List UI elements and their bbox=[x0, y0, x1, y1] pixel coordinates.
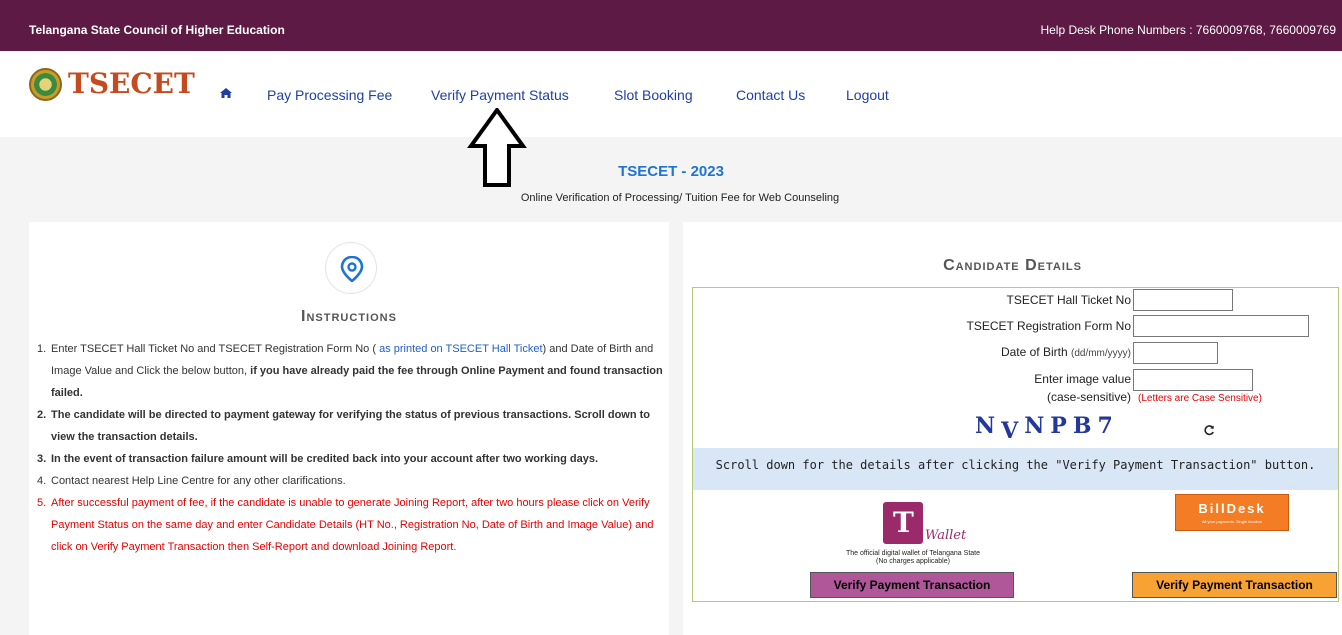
t-wallet-script: Wallet bbox=[925, 528, 967, 543]
t-wallet-caption: The official digital wallet of Telangana… bbox=[813, 550, 1013, 566]
candidate-form: TSECET Hall Ticket No TSECET Registratio… bbox=[692, 287, 1339, 602]
dob-label: Date of Birth (dd/mm/yyyy) bbox=[1001, 345, 1131, 359]
page-title: TSECET - 2023 bbox=[618, 163, 724, 180]
verify-payment-twallet-button[interactable]: Verify Payment Transaction bbox=[810, 572, 1014, 598]
hall-ticket-label: TSECET Hall Ticket No bbox=[1006, 293, 1131, 307]
instruction-item-5: 5. After successful payment of fee, if t… bbox=[37, 492, 665, 558]
item-number: 4. bbox=[37, 475, 47, 487]
nav-verify-payment-status[interactable]: Verify Payment Status bbox=[431, 87, 569, 103]
top-bar: Telangana State Council of Higher Educat… bbox=[0, 0, 1342, 51]
tsecet-logo[interactable]: TSECET bbox=[68, 67, 195, 100]
location-pin-badge bbox=[325, 242, 377, 294]
logo-text: TSECET bbox=[68, 67, 195, 100]
instruction-item-2: 2. The candidate will be directed to pay… bbox=[37, 404, 665, 448]
captcha-char: V bbox=[1001, 418, 1025, 444]
captcha-char: B bbox=[1072, 413, 1098, 439]
nav-slot-booking[interactable]: Slot Booking bbox=[614, 87, 693, 103]
t-wallet-caption-line: The official digital wallet of Telangana… bbox=[846, 550, 980, 557]
instruction-item-1: 1. Enter TSECET Hall Ticket No and TSECE… bbox=[37, 338, 665, 404]
scroll-note: Scroll down for the details after clicki… bbox=[693, 448, 1338, 490]
candidate-details-heading: Candidate Details bbox=[943, 257, 1082, 274]
hall-ticket-input[interactable] bbox=[1133, 289, 1233, 311]
captcha-char: N bbox=[1024, 413, 1051, 439]
item-number: 1. bbox=[37, 343, 47, 355]
instruction-text: After successful payment of fee, if the … bbox=[51, 497, 654, 553]
org-name: Telangana State Council of Higher Educat… bbox=[29, 23, 285, 37]
location-pin-icon bbox=[340, 256, 364, 282]
tsche-emblem-icon bbox=[29, 68, 62, 101]
refresh-icon[interactable] bbox=[1203, 424, 1215, 436]
captcha-char: P bbox=[1050, 413, 1073, 439]
captcha-char: 7 bbox=[1097, 413, 1119, 439]
item-number: 5. bbox=[37, 497, 47, 509]
instruction-item-3: 3. In the event of transaction failure a… bbox=[37, 448, 665, 470]
image-value-input[interactable] bbox=[1133, 369, 1253, 391]
case-sensitive-note: (Letters are Case Sensitive) bbox=[1138, 393, 1262, 404]
billdesk-logo-icon: BillDesk All your payments. Single locat… bbox=[1175, 494, 1289, 531]
instructions-heading: Instructions bbox=[301, 308, 397, 325]
nav-pay-processing-fee[interactable]: Pay Processing Fee bbox=[267, 87, 392, 103]
page-subtitle: Online Verification of Processing/ Tuiti… bbox=[520, 192, 840, 204]
hall-ticket-link[interactable]: as printed on TSECET Hall Ticket bbox=[379, 343, 542, 355]
t-wallet-letter: T bbox=[893, 506, 914, 539]
instruction-text: Enter TSECET Hall Ticket No and TSECET R… bbox=[51, 343, 380, 355]
t-wallet-logo-icon: T bbox=[883, 502, 923, 544]
verify-payment-billdesk-button[interactable]: Verify Payment Transaction bbox=[1132, 572, 1337, 598]
dob-input[interactable] bbox=[1133, 342, 1218, 364]
nav-contact-us[interactable]: Contact Us bbox=[736, 87, 805, 103]
case-sensitive-label: (case-sensitive) bbox=[1046, 390, 1131, 404]
candidate-details-card: Candidate Details TSECET Hall Ticket No … bbox=[683, 222, 1342, 635]
item-number: 2. bbox=[37, 409, 47, 421]
dob-label-text: Date of Birth bbox=[1000, 345, 1068, 359]
reg-form-input[interactable] bbox=[1133, 315, 1309, 337]
reg-form-label: TSECET Registration Form No bbox=[966, 319, 1132, 333]
billdesk-tagline: All your payments. Single location bbox=[1201, 519, 1263, 524]
instruction-item-4: 4. Contact nearest Help Line Centre for … bbox=[37, 470, 665, 492]
image-value-label: Enter image value bbox=[1034, 372, 1131, 386]
dob-hint: (dd/mm/yyyy) bbox=[1071, 348, 1131, 359]
instruction-text: Contact nearest Help Line Centre for any… bbox=[51, 475, 346, 487]
nav-bar: TSECET Pay Processing Fee Verify Payment… bbox=[0, 51, 1342, 137]
home-icon[interactable] bbox=[220, 88, 232, 98]
nav-logout[interactable]: Logout bbox=[846, 87, 889, 103]
helpdesk-phones: Help Desk Phone Numbers : 7660009768, 76… bbox=[1040, 23, 1336, 37]
instructions-list: 1. Enter TSECET Hall Ticket No and TSECE… bbox=[37, 338, 665, 558]
item-number: 3. bbox=[37, 453, 47, 465]
instruction-text: The candidate will be directed to paymen… bbox=[51, 409, 651, 443]
t-wallet-caption-line: (No charges applicable) bbox=[876, 558, 950, 565]
instructions-card: Instructions 1. Enter TSECET Hall Ticket… bbox=[29, 222, 669, 635]
captcha-image: NVNPB7 bbox=[975, 413, 1119, 444]
captcha-char: N bbox=[975, 413, 1002, 439]
instruction-text: In the event of transaction failure amou… bbox=[51, 453, 599, 465]
billdesk-name: BillDesk bbox=[1198, 501, 1266, 516]
